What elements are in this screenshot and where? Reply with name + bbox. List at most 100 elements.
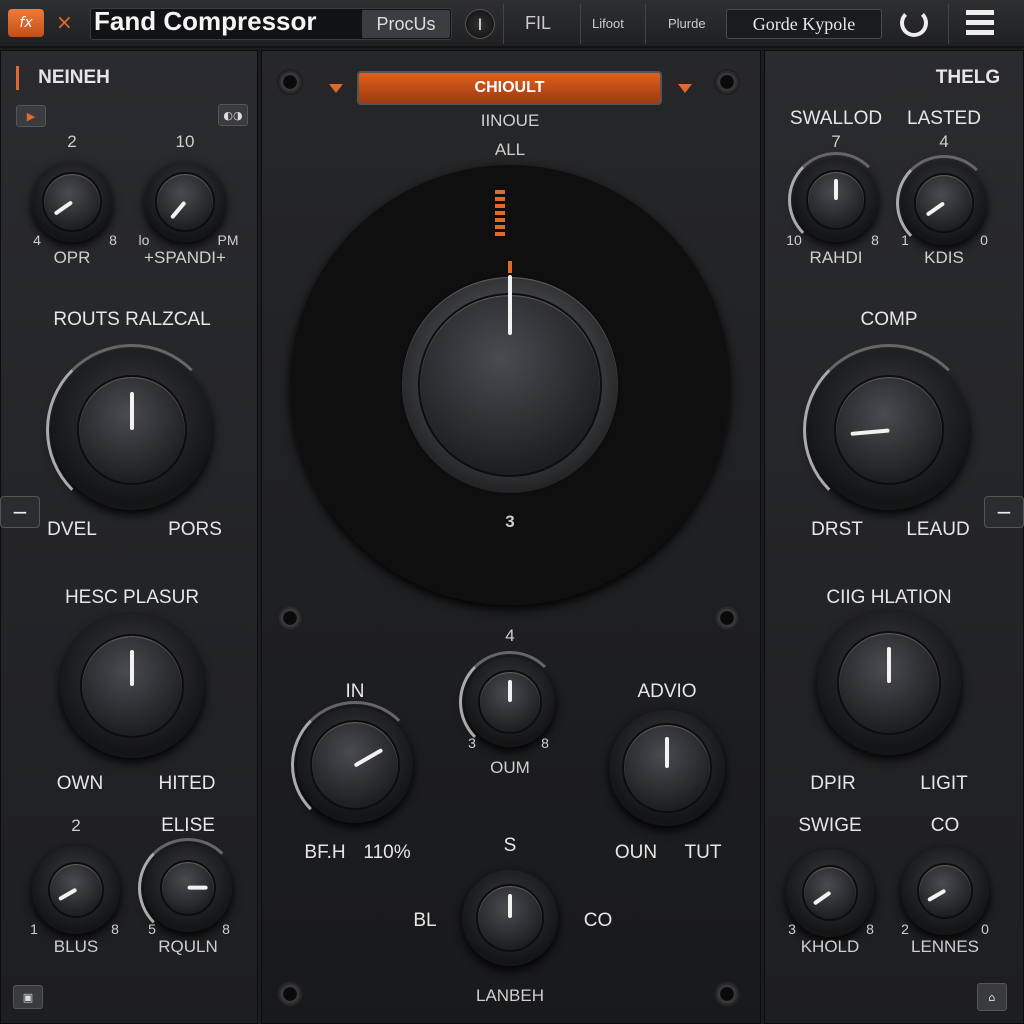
knob-kbot[interactable] [462,870,558,966]
knob-label: RQULN [158,937,218,956]
divider [503,4,504,44]
knob-max-label: LIGIT [920,773,968,794]
knob-min-label: 2 [901,921,909,937]
tab-fil[interactable]: FIL [525,13,551,34]
tab-lifoot[interactable]: Lifoot [592,16,624,31]
screw [277,605,303,631]
knob-k9[interactable] [803,344,975,516]
knob-title: 4 [505,626,515,645]
knob-min-label: 5 [148,921,156,937]
knob-label: KDIS [924,248,964,267]
divider [580,4,581,44]
knob-max-label: 8 [866,921,874,937]
center-label-2: ALL [494,140,526,159]
knob-title: ELISE [161,815,215,836]
knob-indicator [508,894,512,918]
knob-min-label: 1 [901,232,909,248]
knob-max-label: LEAUD [906,519,970,540]
power-icon[interactable] [900,9,928,37]
accent-bar [16,66,19,90]
knob-indicator [508,679,512,702]
knob-title: CIIG HLATION [826,587,952,608]
play-button[interactable]: ▶ [16,105,46,127]
divider [645,4,646,44]
knob-max-label: 8 [111,921,119,937]
knob-kin[interactable] [291,701,419,829]
knob-k4[interactable] [60,614,204,758]
knob-max-label: 0 [980,232,988,248]
mode-display[interactable]: CHIOULT [357,71,662,105]
knob-k1[interactable] [32,162,112,242]
knob-heading: SWALLOD [789,108,883,129]
knob-koum[interactable] [459,651,561,753]
knob-k2[interactable] [145,162,225,242]
knob-label: OPR [53,248,91,267]
knob-title: 7 [831,132,841,151]
prev-arrow-icon[interactable] [329,84,343,93]
knob-k3[interactable] [46,344,218,516]
knob-k12[interactable] [901,847,989,935]
knob-k8[interactable] [896,155,992,251]
knob-max-label: 110% [363,842,411,863]
knob-min-label: OUN [614,842,658,863]
knob-min-label: BL [413,910,437,931]
knob-max-label: 0 [981,921,989,937]
knob-kadv[interactable] [609,710,725,826]
knob-indicator [887,646,891,683]
knob-label: OUM [490,758,530,777]
menu-icon[interactable] [966,10,994,36]
preset-selector[interactable]: Gorde Kypole [726,9,882,39]
knob-max-label: CO [583,910,613,931]
left-collapse-button[interactable]: − [0,496,40,528]
knob-title: HESC PLASUR [64,587,200,608]
knob-label: KHOLD [800,937,860,956]
knob-k11[interactable] [786,849,874,937]
screw [714,605,740,631]
knob-max-label: 8 [222,921,230,937]
left-bottom-button[interactable]: ▣ [13,985,43,1009]
knob-min-label: OWN [56,773,104,794]
plugin-title: Fand Compressor [94,6,317,36]
main-dial-value: 3 [505,512,515,531]
knob-max-label: PORS [168,519,222,540]
right-panel-title: THELG [935,67,1001,88]
knob-title: 2 [71,816,81,835]
knob-max-label: 8 [109,232,117,248]
knob-k6[interactable] [138,838,238,938]
logo-button[interactable]: fx [8,9,44,37]
bypass-button[interactable]: I [465,9,495,39]
left-panel-title: NEINEH [38,67,110,88]
screw [277,981,303,1007]
right-bottom-button[interactable]: ⌂ [977,983,1007,1011]
close-icon[interactable]: × [56,10,73,34]
link-button[interactable]: ◐◑ [218,104,248,126]
knob-min-label: DRST [811,519,863,540]
knob-k5[interactable] [32,846,120,934]
tab-plurde[interactable]: Plurde [668,16,706,31]
screw [714,981,740,1007]
knob-heading: LASTED [907,108,981,129]
main-dial[interactable] [290,165,730,605]
knob-k10[interactable] [817,611,961,755]
knob-title: CO [930,815,960,836]
divider [948,4,949,44]
knob-label: BLUS [53,937,99,956]
knob-min-label: BF.H [304,842,346,863]
knob-max-label: 8 [871,232,879,248]
knob-min-label: lo [138,232,150,248]
knob-max-label: HITED [158,773,216,794]
right-collapse-button[interactable]: − [984,496,1024,528]
knob-indicator [834,179,838,200]
screw [714,69,740,95]
knob-title: S [503,835,517,856]
knob-label: +SPANDI+ [144,248,226,267]
knob-title: IN [345,681,365,702]
knob-k7[interactable] [788,152,884,248]
next-arrow-icon[interactable] [678,84,692,93]
knob-indicator [665,736,669,768]
level-meter [495,190,505,238]
mode-button[interactable]: ProcUs [362,10,450,38]
knob-min-label: 4 [33,232,41,248]
knob-title: ADVIO [637,681,697,702]
knob-indicator [130,391,134,430]
